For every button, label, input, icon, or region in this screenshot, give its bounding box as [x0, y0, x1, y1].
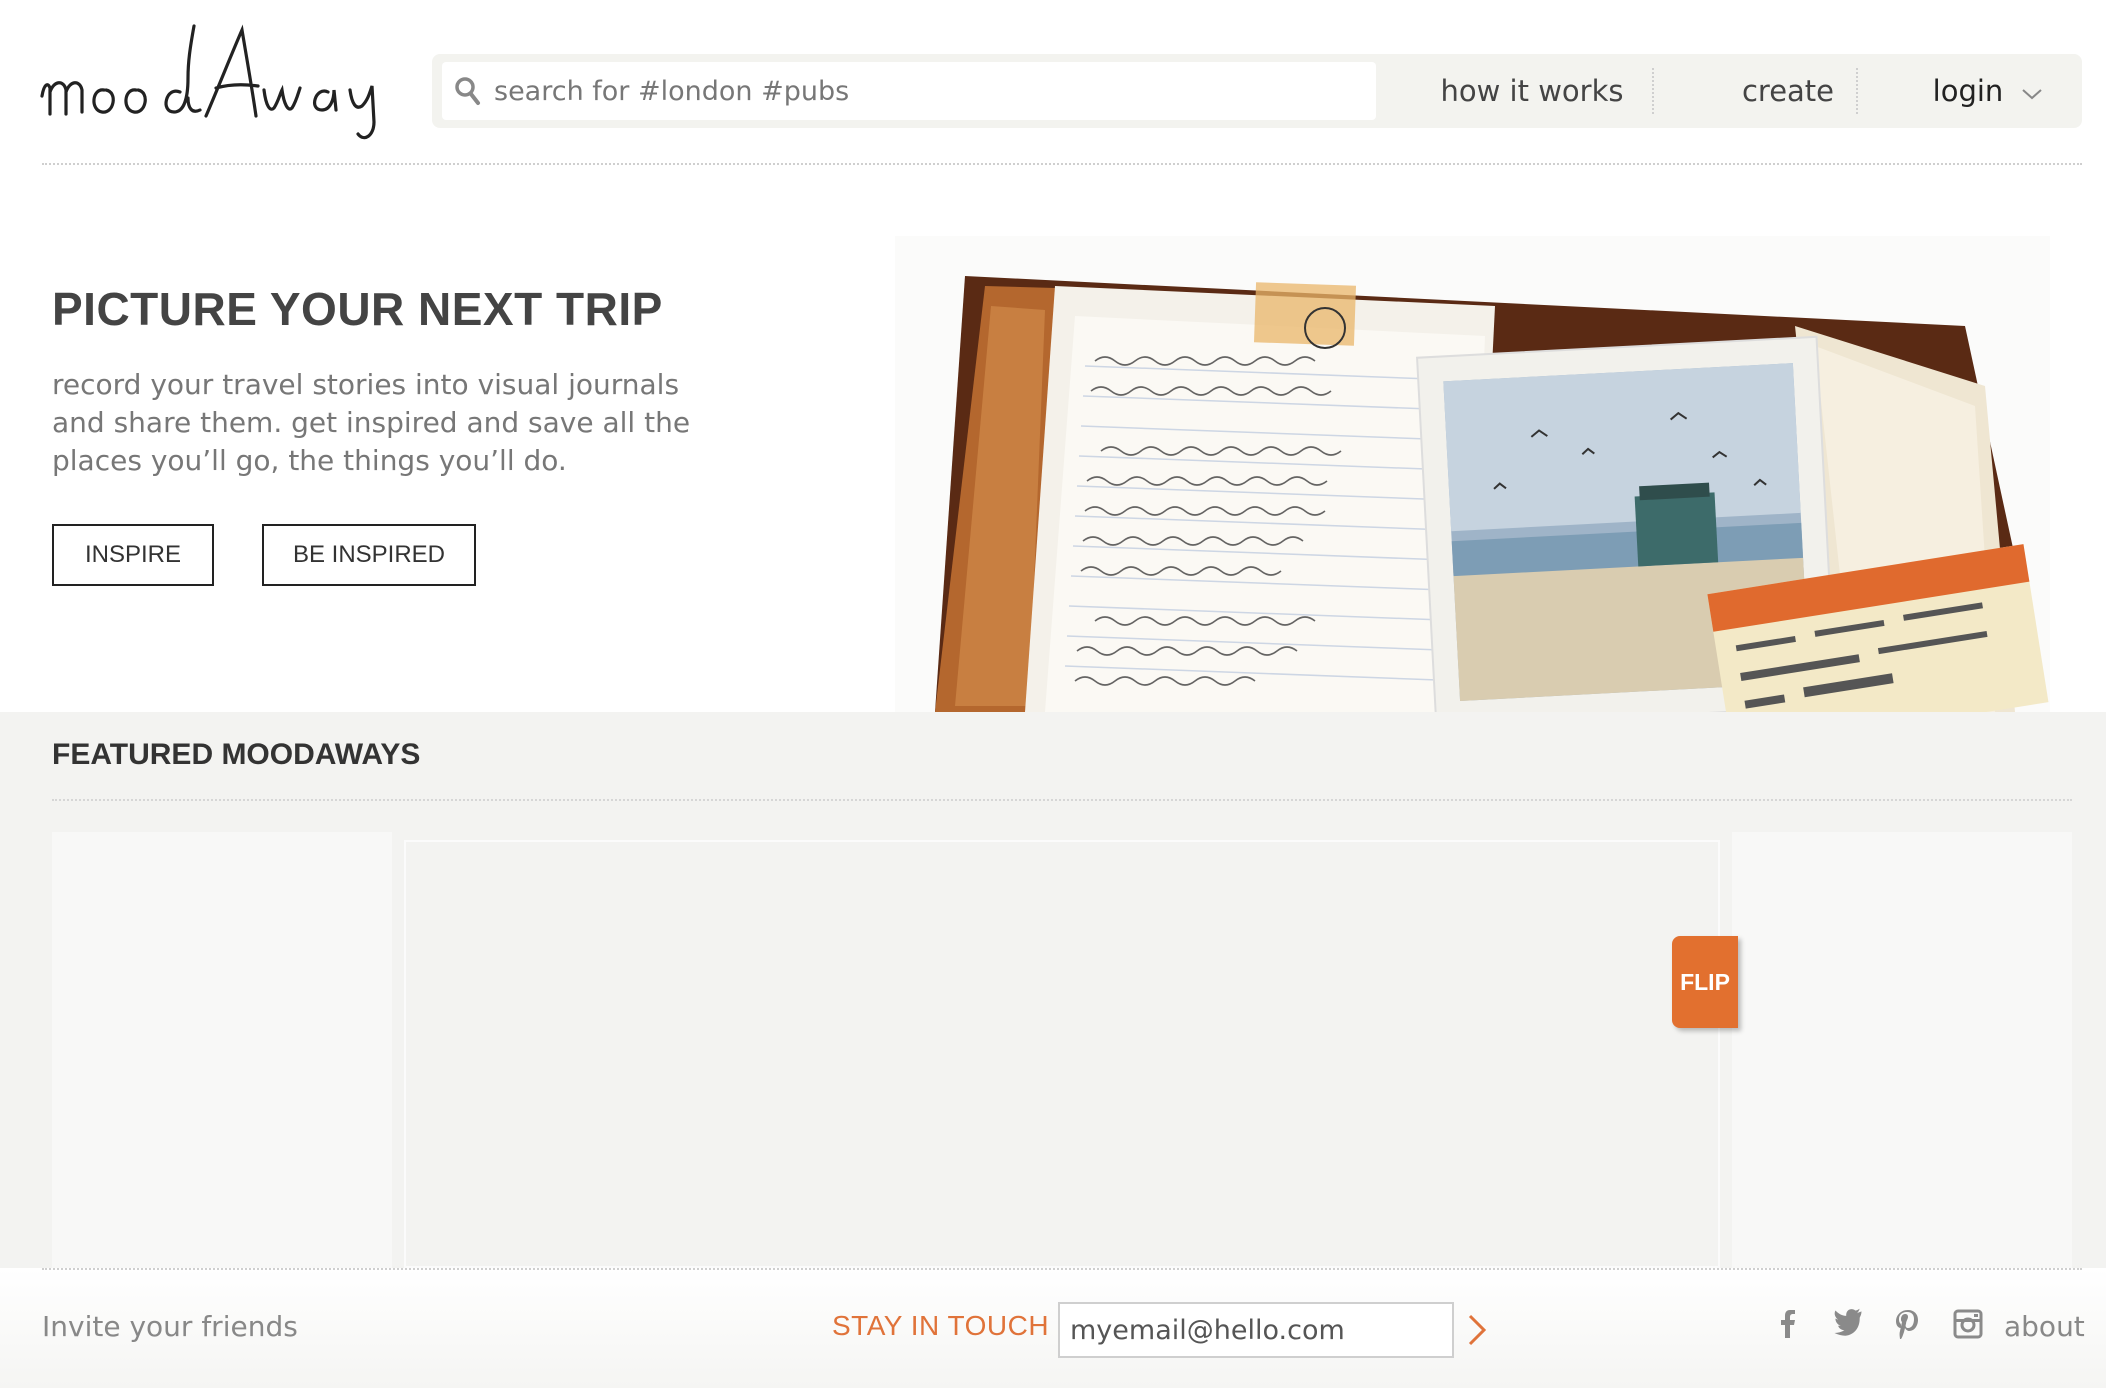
facebook-icon[interactable]: [1770, 1306, 1806, 1342]
travel-journal-illustration: [935, 276, 2049, 712]
flip-button[interactable]: FLIP: [1672, 936, 1738, 1028]
chevron-right-icon[interactable]: [1466, 1312, 1490, 1348]
hero-description: record your travel stories into visual j…: [52, 368, 691, 477]
footer: Invite your friends STAY IN TOUCH about: [0, 1268, 2106, 1388]
nav-how-it-works[interactable]: how it works: [1382, 54, 1682, 128]
instagram-icon[interactable]: [1950, 1306, 1986, 1342]
be-inspired-button[interactable]: BE INSPIRED: [262, 524, 476, 586]
about-link[interactable]: about: [2004, 1310, 2085, 1343]
login-label: login: [1932, 74, 2004, 108]
logo-script-icon: [40, 24, 376, 140]
stay-in-touch-label: STAY IN TOUCH: [832, 1310, 1050, 1341]
moodaway-logo[interactable]: [38, 18, 398, 148]
email-field[interactable]: [1058, 1302, 1454, 1358]
featured-title: FEATURED MOODAWAYS: [52, 738, 421, 771]
search-icon: [455, 77, 480, 105]
nav-divider: [1652, 68, 1654, 114]
search-input[interactable]: [494, 75, 1354, 107]
featured-card-previous[interactable]: [52, 832, 392, 1268]
hero-travel-journal-image: [895, 236, 2050, 712]
top-navbar: how it works create login: [432, 54, 2082, 128]
featured-card-next[interactable]: [1732, 832, 2072, 1268]
featured-divider: [52, 799, 2072, 801]
nav-create[interactable]: create: [1688, 54, 1888, 128]
twitter-icon[interactable]: [1830, 1306, 1866, 1342]
hero-title: PICTURE YOUR NEXT TRIP: [52, 283, 663, 335]
invite-friends-link[interactable]: Invite your friends: [42, 1310, 298, 1343]
inspire-button[interactable]: INSPIRE: [52, 524, 214, 586]
pinterest-icon[interactable]: [1890, 1306, 1926, 1342]
featured-section: FEATURED MOODAWAYS FLIP: [0, 712, 2106, 1268]
search-box[interactable]: [442, 62, 1376, 120]
footer-divider: [42, 1268, 2082, 1270]
header-divider: [42, 163, 2082, 165]
nav-divider: [1856, 68, 1858, 114]
header: how it works create login: [0, 0, 2106, 168]
chevron-down-icon: [2022, 89, 2042, 100]
featured-card-main[interactable]: [404, 840, 1720, 1268]
nav-login[interactable]: login: [1894, 54, 2082, 128]
